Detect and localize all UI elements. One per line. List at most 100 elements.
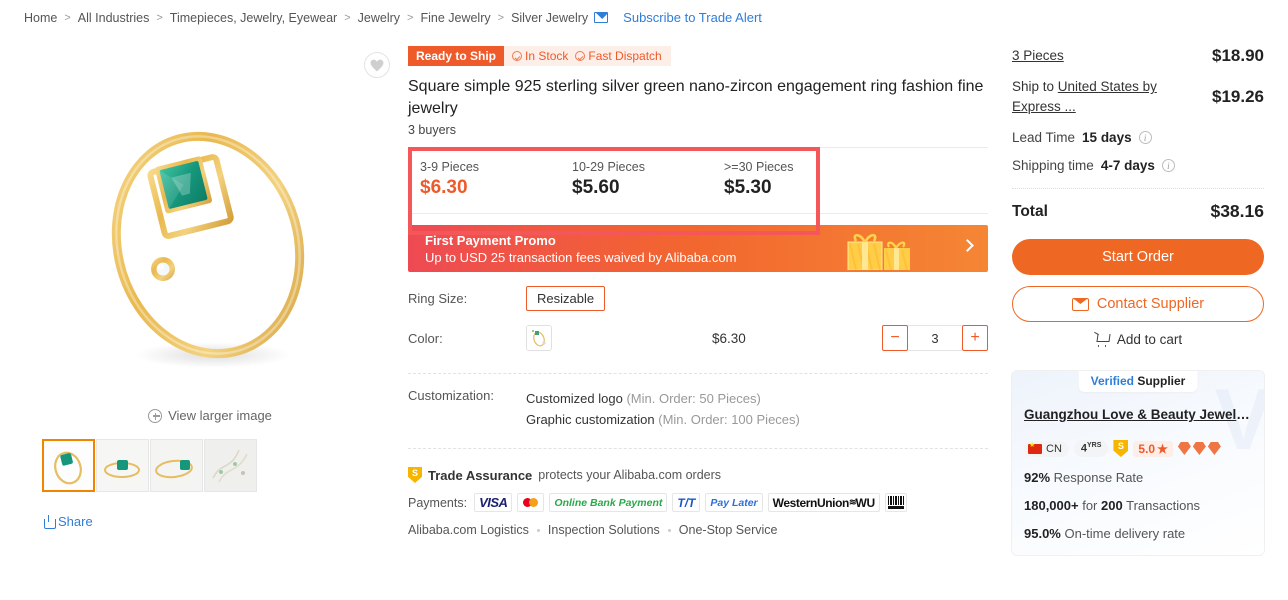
tier-quantity: 10-29 Pieces	[572, 160, 645, 174]
ring-size-label: Ring Size:	[408, 291, 468, 306]
view-larger-image-button[interactable]: View larger image	[24, 408, 396, 423]
total-label: Total	[1012, 202, 1048, 220]
rating-badge: 5.0 ★	[1133, 440, 1173, 457]
buyers-count: 3 buyers	[408, 123, 456, 137]
price-tier-row[interactable]: 3-9 Pieces $6.30	[420, 160, 572, 199]
thumbnail-3[interactable]	[150, 439, 203, 492]
customization-section: Customization: Customized logo (Min. Ord…	[408, 388, 988, 430]
breadcrumb-separator: >	[497, 11, 505, 24]
main-product-image[interactable]	[24, 46, 396, 404]
country-code: CN	[1046, 442, 1062, 455]
quantity-value[interactable]: 3	[908, 325, 962, 351]
breadcrumb-item-all-industries[interactable]: All Industries	[78, 11, 150, 25]
tier-quantity: 3-9 Pieces	[420, 160, 480, 174]
divider	[1012, 188, 1264, 189]
product-badges: Ready to Ship In Stock Fast Dispatch	[408, 46, 988, 66]
service-link-one-stop[interactable]: One-Stop Service	[679, 523, 778, 537]
verified-supplier-label: Supplier	[1137, 374, 1186, 388]
add-to-cart-button[interactable]: Add to cart	[1012, 332, 1264, 347]
china-flag-icon	[1028, 441, 1042, 454]
breadcrumb-item-fine-jewelry[interactable]: Fine Jewelry	[420, 11, 490, 25]
shield-letter: S	[1117, 441, 1124, 451]
price-tier-row[interactable]: >=30 Pieces $5.30	[724, 160, 876, 199]
price-tier-row[interactable]: 10-29 Pieces $5.60	[572, 160, 724, 199]
start-order-button[interactable]: Start Order	[1012, 239, 1264, 275]
response-rate-stat: 92% Response Rate	[1024, 470, 1252, 485]
customization-label: Customization:	[408, 388, 494, 403]
verified-supplier-badge: Verified Supplier	[1078, 371, 1198, 392]
payment-mastercard	[517, 493, 545, 512]
promo-banner[interactable]: First Payment Promo Up to USD 25 transac…	[408, 225, 988, 272]
breadcrumb-separator: >	[344, 11, 351, 24]
customization-option[interactable]: Customized logo (Min. Order: 50 Pieces)	[526, 388, 800, 409]
customization-option-min: (Min. Order: 50 Pieces)	[626, 391, 761, 406]
price-tier-section: 3-9 Pieces $6.30 10-29 Pieces $5.60 >=30…	[408, 147, 988, 235]
chevron-right-icon[interactable]	[961, 238, 974, 252]
gem-icon	[1177, 442, 1191, 455]
shield-icon: S	[408, 467, 422, 483]
page-title: Square simple 925 sterling silver green …	[408, 78, 984, 117]
quantity-decrease-button[interactable]: −	[882, 325, 908, 351]
transactions-value: 180,000+	[1024, 498, 1079, 513]
color-swatch[interactable]	[526, 325, 552, 351]
thumbnail-1[interactable]	[42, 439, 95, 492]
shipping-time-row: Shipping time 4-7 days i	[1012, 158, 1264, 173]
share-button[interactable]: Share	[42, 514, 396, 529]
mail-icon	[594, 12, 609, 23]
service-link-logistics[interactable]: Alibaba.com Logistics	[408, 523, 529, 537]
quantity-stepper: − 3 +	[882, 325, 988, 351]
thumbnail-2[interactable]	[96, 439, 149, 492]
customization-option-name: Customized logo	[526, 391, 623, 406]
divider	[408, 373, 988, 374]
breadcrumb-item-jewelry[interactable]: Jewelry	[358, 11, 400, 25]
quantity-increase-button[interactable]: +	[962, 325, 988, 351]
separator-dot	[536, 528, 540, 532]
pieces-price: $18.90	[1212, 46, 1264, 65]
ring-size-option-resizable[interactable]: Resizable	[526, 286, 606, 311]
years-suffix: YRS	[1087, 442, 1102, 450]
service-link-inspection[interactable]: Inspection Solutions	[548, 523, 660, 537]
verified-rest: erified	[1097, 374, 1134, 388]
supplier-name-link[interactable]: Guangzhou Love & Beauty Jewelr...	[1024, 407, 1252, 422]
breadcrumb-item-silver-jewelry[interactable]: Silver Jewelry	[511, 11, 588, 25]
transactions-stat: 180,000+ for 200 Transactions	[1024, 498, 1252, 513]
promo-subtitle: Up to USD 25 transaction fees waived by …	[425, 249, 737, 265]
info-icon[interactable]: i	[1138, 131, 1152, 144]
magnify-icon	[148, 408, 163, 423]
payment-western-union: WesternUnion ≋ WU	[767, 493, 880, 512]
thumbnail-image-3	[151, 440, 202, 491]
info-icon[interactable]: i	[1161, 159, 1175, 172]
separator-dot	[667, 528, 671, 532]
shield-letter: S	[411, 468, 418, 478]
in-stock-label: In Stock	[525, 49, 569, 63]
payment-online-bank: Online Bank Payment	[549, 493, 668, 512]
total-row: Total $38.16	[1012, 201, 1264, 222]
promo-title: First Payment Promo	[425, 232, 556, 248]
shopping-cart-icon	[1094, 333, 1110, 347]
breadcrumb-separator: >	[64, 11, 71, 24]
ship-to-prefix: Ship to	[1012, 79, 1058, 94]
lead-time-value: 15 days	[1082, 130, 1132, 145]
shipping-time-value: 4-7 days	[1100, 158, 1155, 173]
subscribe-trade-alert-link[interactable]: Subscribe to Trade Alert	[623, 10, 762, 25]
supplier-card: Verified Supplier Guangzhou Love & Beaut…	[1012, 371, 1264, 555]
pieces-label[interactable]: 3 Pieces	[1012, 48, 1064, 63]
contact-supplier-button[interactable]: Contact Supplier	[1012, 286, 1264, 322]
envelope-icon	[1071, 297, 1089, 311]
ready-to-ship-badge: Ready to Ship	[408, 46, 505, 66]
service-links: Alibaba.com Logistics Inspection Solutio…	[408, 523, 988, 537]
check-circle-icon	[575, 51, 586, 61]
breadcrumb-item-home[interactable]: Home	[24, 11, 57, 25]
view-larger-label: View larger image	[168, 408, 272, 423]
divider	[408, 448, 988, 449]
ring-illustration	[111, 131, 305, 368]
breadcrumb-item-timepieces[interactable]: Timepieces, Jewelry, Eyewear	[170, 11, 337, 25]
trade-assurance-text: protects your Alibaba.com orders	[538, 468, 722, 482]
thumbnail-4[interactable]	[204, 439, 257, 492]
wishlist-button[interactable]	[364, 52, 390, 78]
customization-option[interactable]: Graphic customization (Min. Order: 100 P…	[526, 409, 800, 430]
breadcrumb-separator: >	[156, 11, 163, 24]
customization-options: Customized logo (Min. Order: 50 Pieces) …	[526, 388, 800, 430]
thumbnail-image-1	[44, 441, 93, 490]
transactions-count: 200	[1101, 498, 1123, 513]
